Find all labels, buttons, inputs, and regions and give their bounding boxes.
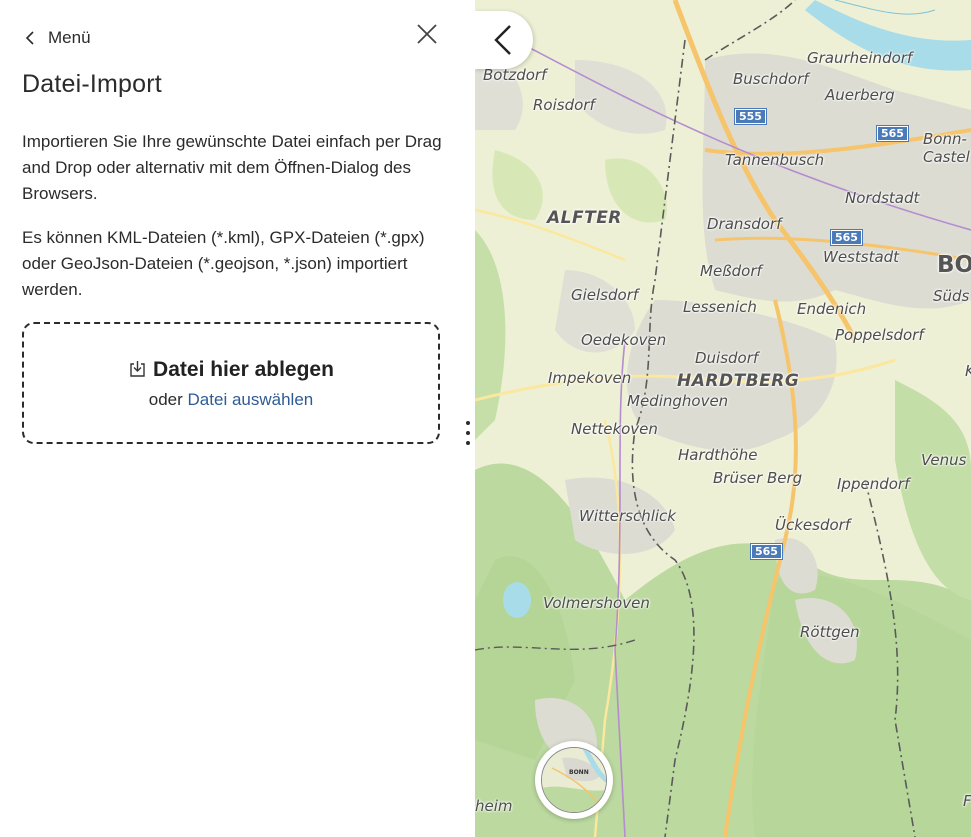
road-shield: 555 [734,108,767,125]
panel-resizer[interactable] [460,0,475,837]
overview-label: BONN [569,769,589,776]
road-shield: 565 [750,543,783,560]
map-view[interactable]: Botzdorf M Graurheindorf Buschdorf Auerb… [475,0,971,837]
chevron-left-icon [494,25,511,55]
description-paragraph: Importieren Sie Ihre gewünschte Datei ei… [22,132,442,203]
overview-map-icon: BONN [541,747,607,813]
app: Menü Datei-Import Importieren Sie Ihre g… [0,0,971,837]
dropzone-sub: oder Datei auswählen [24,390,438,410]
back-label: Menü [48,28,91,47]
supported-formats-paragraph: Es können KML-Dateien (*.kml), GPX-Datei… [22,228,425,299]
dropzone-label: Datei hier ablegen [153,358,334,381]
collapse-panel-button[interactable] [475,11,533,69]
or-label: oder [148,390,183,409]
choose-file-link[interactable]: Datei auswählen [188,390,314,409]
back-to-menu-button[interactable]: Menü [22,28,91,48]
drag-handle-icon [466,421,470,445]
close-button[interactable] [413,20,441,48]
page-title: Datei-Import [22,70,162,98]
download-icon [130,361,145,377]
file-dropzone[interactable]: Datei hier ablegen oder Datei auswählen [22,322,440,444]
road-shield: 565 [876,125,909,142]
chevron-left-icon [25,31,34,45]
road-shield: 565 [830,229,863,246]
side-panel: Menü Datei-Import Importieren Sie Ihre g… [0,0,460,837]
overview-map-button[interactable]: BONN [535,741,613,819]
close-icon [417,24,437,44]
dropzone-main: Datei hier ablegen [24,358,438,382]
